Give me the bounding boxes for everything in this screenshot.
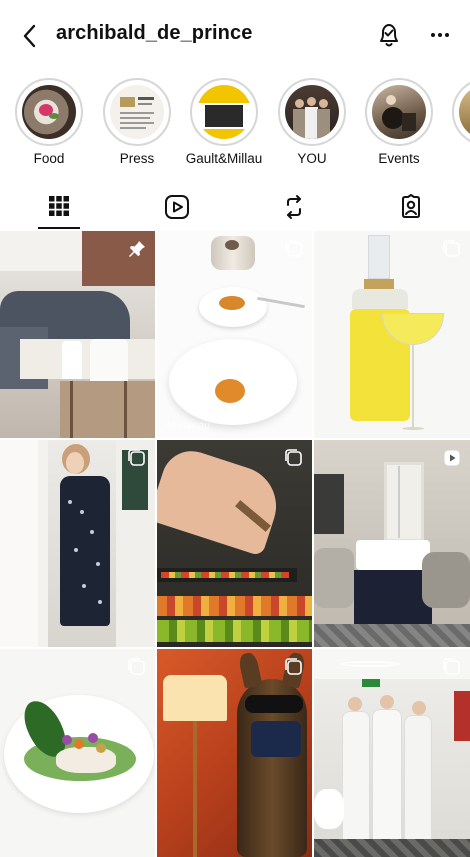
post-tile[interactable] bbox=[0, 649, 155, 857]
highlight-label: Events bbox=[378, 151, 420, 166]
highlight-ring bbox=[15, 78, 83, 146]
post-tile[interactable] bbox=[314, 649, 470, 857]
more-horizontal-icon[interactable] bbox=[428, 24, 452, 46]
highlight-label: YOU bbox=[297, 151, 327, 166]
highlight-label: Gault&Millau bbox=[185, 151, 263, 166]
highlight-ring bbox=[365, 78, 433, 146]
post-tile[interactable] bbox=[0, 440, 155, 647]
partial-thumbnail bbox=[459, 85, 470, 139]
profile-tabs bbox=[0, 186, 470, 230]
bell-check-icon[interactable] bbox=[376, 21, 402, 49]
grid-icon bbox=[49, 196, 69, 216]
carousel-icon bbox=[285, 240, 302, 257]
reel-icon bbox=[444, 450, 460, 466]
highlight-ring bbox=[452, 78, 470, 146]
highlight-label: Food bbox=[33, 151, 65, 166]
carousel-icon bbox=[443, 240, 460, 257]
reels-icon bbox=[165, 195, 189, 219]
post-caption: Nouveau bbox=[166, 420, 211, 432]
team-thumbnail bbox=[285, 85, 339, 139]
tagged-icon bbox=[402, 194, 420, 218]
repost-icon bbox=[287, 195, 301, 219]
press-thumbnail bbox=[110, 85, 164, 139]
events-thumbnail bbox=[372, 85, 426, 139]
post-tile[interactable] bbox=[314, 440, 470, 647]
carousel-icon bbox=[285, 658, 302, 675]
highlight-ring bbox=[190, 78, 258, 146]
tab-reposts[interactable] bbox=[264, 186, 324, 230]
profile-header: archibald_de_prince bbox=[0, 0, 470, 70]
post-tile[interactable] bbox=[0, 231, 155, 438]
carousel-icon bbox=[128, 449, 145, 466]
post-grid: Nouveau bbox=[0, 231, 470, 857]
highlight-label: Press bbox=[119, 151, 155, 166]
tab-reels[interactable] bbox=[146, 186, 206, 230]
profile-username: archibald_de_prince bbox=[56, 22, 253, 44]
post-tile[interactable] bbox=[157, 649, 312, 857]
pin-icon bbox=[129, 241, 145, 257]
carousel-icon bbox=[285, 449, 302, 466]
post-tile[interactable]: Nouveau bbox=[157, 231, 312, 438]
carousel-icon bbox=[443, 658, 460, 675]
back-arrow-icon[interactable] bbox=[18, 22, 44, 50]
tab-tagged[interactable] bbox=[381, 186, 441, 230]
highlight-ring bbox=[103, 78, 171, 146]
tab-grid[interactable] bbox=[29, 186, 89, 230]
gault-millau-thumbnail bbox=[197, 85, 251, 139]
active-tab-indicator bbox=[38, 227, 80, 229]
highlight-ring bbox=[278, 78, 346, 146]
post-tile[interactable] bbox=[314, 231, 470, 438]
food-thumbnail bbox=[22, 85, 76, 139]
carousel-icon bbox=[128, 658, 145, 675]
post-tile[interactable] bbox=[157, 440, 312, 647]
story-highlights: Food Press Gault&Millau YOU Events bbox=[0, 78, 470, 174]
highlight-label: En bbox=[436, 151, 470, 166]
